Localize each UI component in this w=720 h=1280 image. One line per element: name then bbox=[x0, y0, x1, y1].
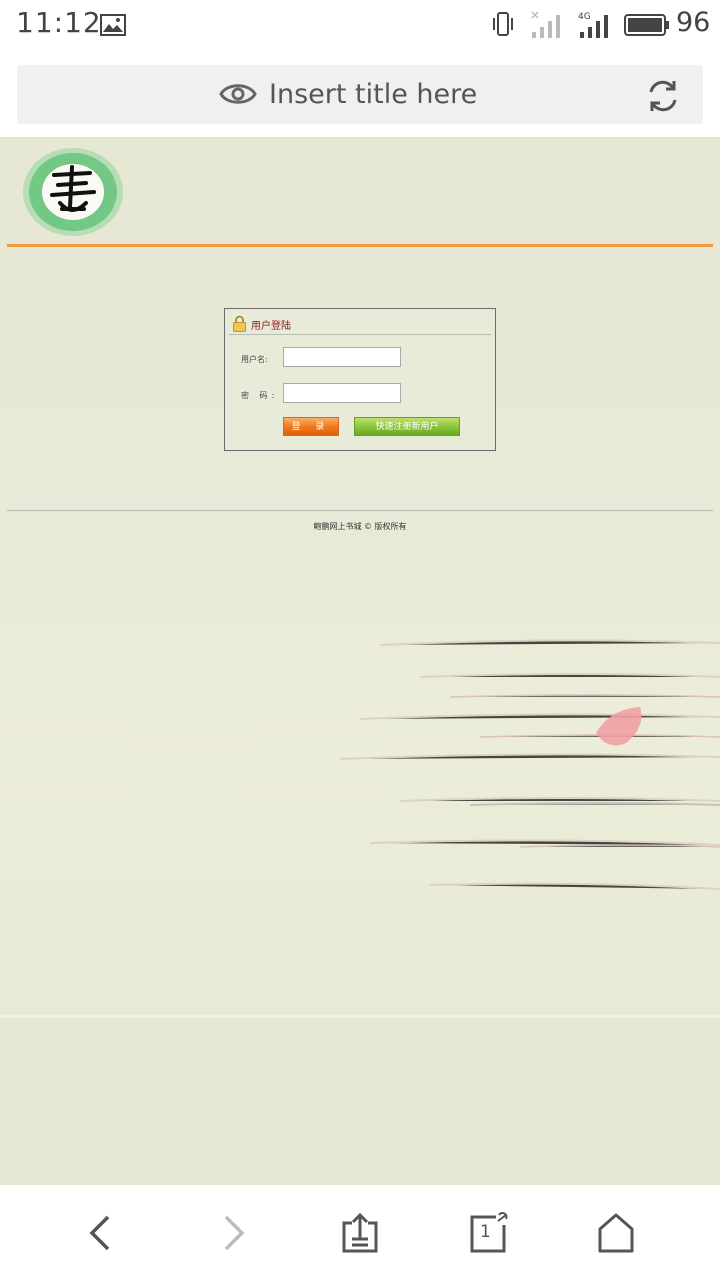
page-title[interactable]: Insert title here bbox=[269, 79, 477, 110]
petal-image bbox=[596, 707, 642, 746]
login-button[interactable]: 登 录 bbox=[283, 417, 339, 436]
home-button[interactable] bbox=[594, 1211, 638, 1255]
signal-icon bbox=[530, 10, 566, 44]
status-bar: 11:12 4G 96 bbox=[0, 0, 720, 50]
copyright-text: 鲍鹏网上书城 © 版权所有 bbox=[313, 522, 407, 531]
password-label: 密 码: bbox=[241, 391, 279, 400]
password-input[interactable] bbox=[283, 383, 401, 403]
footer-divider bbox=[7, 510, 713, 511]
tabs-button[interactable]: 1 bbox=[466, 1211, 510, 1255]
header-divider bbox=[7, 244, 713, 247]
tab-count[interactable]: 1 bbox=[480, 1222, 491, 1242]
back-button[interactable] bbox=[80, 1211, 124, 1255]
svg-text:4G: 4G bbox=[578, 12, 591, 22]
status-time: 11:12 bbox=[16, 6, 102, 39]
login-title: 用户登陆 bbox=[251, 321, 291, 332]
username-label: 用户名: bbox=[241, 355, 268, 364]
login-header: 用户登陆 bbox=[229, 313, 491, 335]
browser-nav-bar: 1 bbox=[0, 1185, 720, 1280]
refresh-icon[interactable] bbox=[645, 78, 681, 118]
4g-signal-icon: 4G bbox=[578, 10, 614, 44]
forward-button[interactable] bbox=[210, 1211, 254, 1255]
register-button[interactable]: 快速注册新用户 bbox=[354, 417, 460, 436]
login-box: 用户登陆 用户名: 密 码: 登 录 快速注册新用户 bbox=[224, 308, 496, 451]
vibrate-icon bbox=[490, 10, 516, 42]
address-bar[interactable]: Insert title here bbox=[17, 65, 703, 124]
eye-icon[interactable] bbox=[219, 79, 257, 113]
site-logo[interactable] bbox=[20, 145, 128, 239]
web-page: 用户登陆 用户名: 密 码: 登 录 快速注册新用户 鲍鹏网上书城 © 版权所有 bbox=[0, 137, 720, 1185]
battery-icon bbox=[624, 13, 670, 41]
image-notification-icon bbox=[100, 14, 126, 40]
username-input[interactable] bbox=[283, 347, 401, 367]
lock-icon bbox=[232, 315, 247, 336]
bottom-band bbox=[0, 1015, 720, 1185]
battery-level: 96 bbox=[676, 7, 711, 38]
share-button[interactable] bbox=[338, 1211, 382, 1255]
